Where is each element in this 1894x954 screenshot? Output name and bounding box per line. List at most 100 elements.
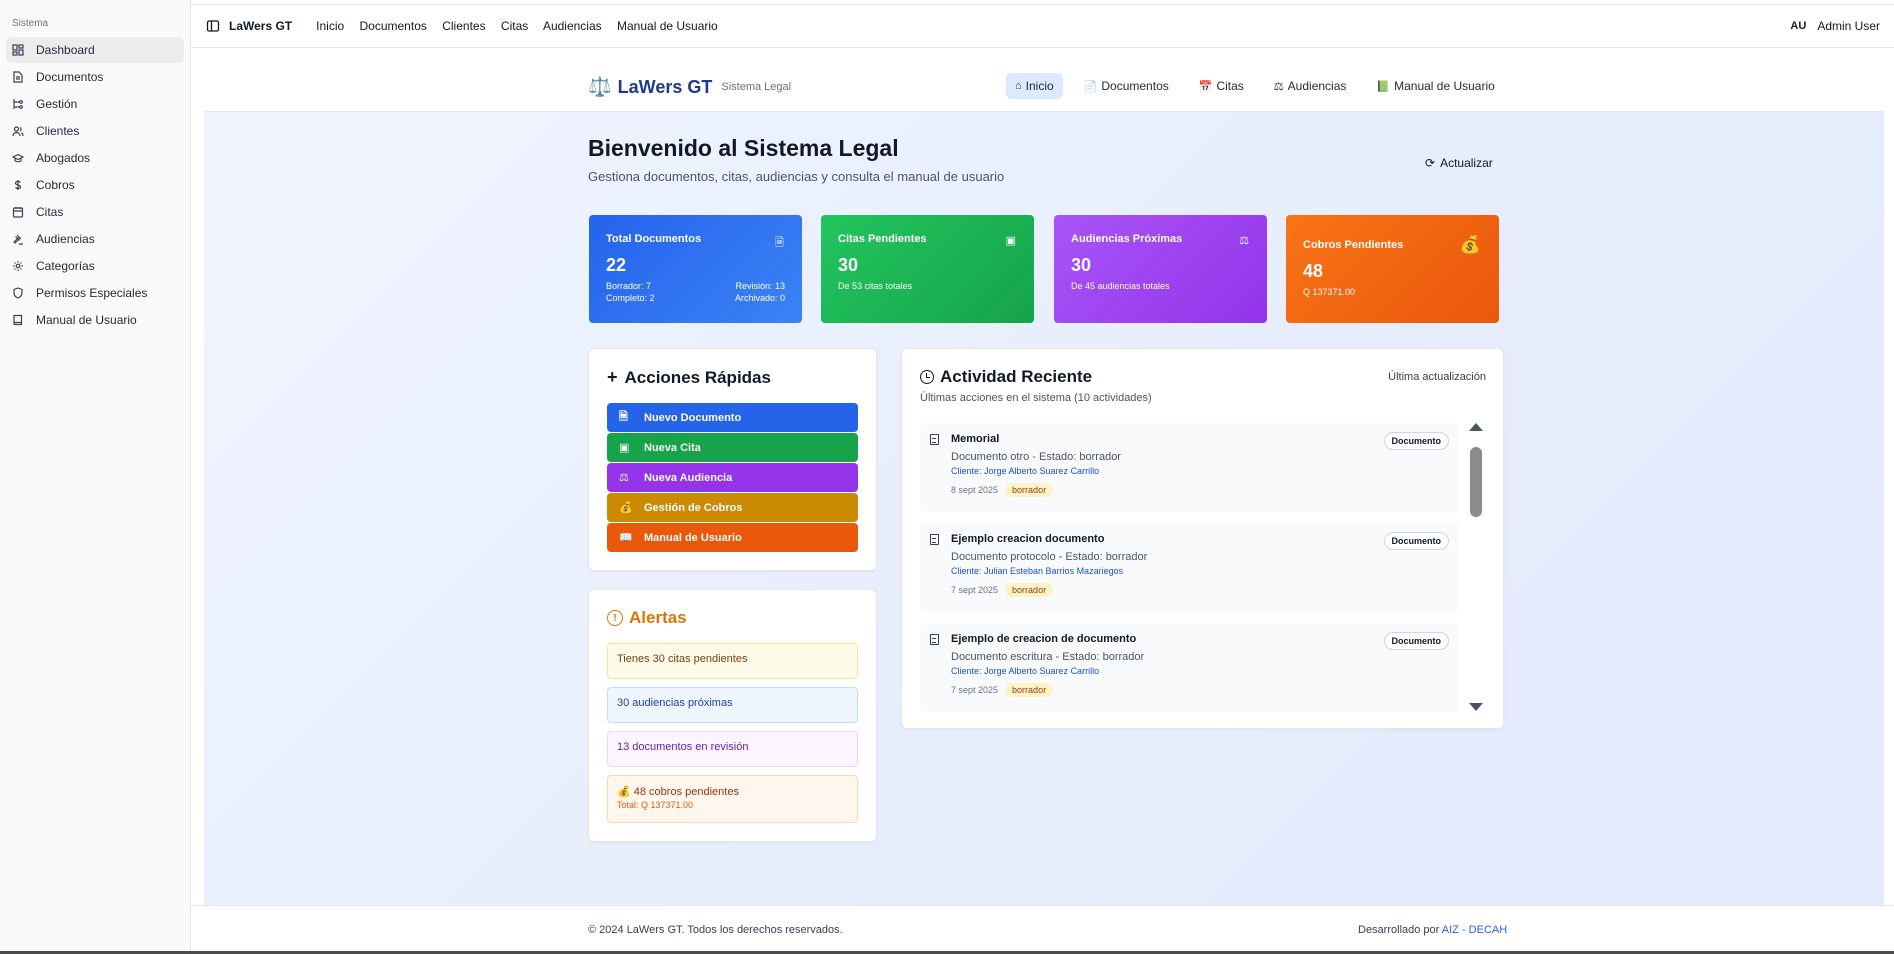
tab-label: Documentos [1101, 79, 1169, 93]
sidebar-item-label: Cobros [36, 178, 75, 192]
stat-value: 48 [1303, 261, 1324, 281]
sidebar-item-categorias[interactable]: Categorías [6, 253, 184, 279]
file-icon [12, 71, 24, 83]
dev-prefix: Desarrollado por [1358, 924, 1442, 936]
stat-borrador: Borrador: 7 [606, 281, 652, 291]
sidebar: Sistema Dashboard Documentos Gestión Cli… [0, 0, 191, 954]
top-nav-documentos[interactable]: Documentos [360, 19, 427, 33]
users-icon [12, 125, 24, 137]
user-menu[interactable]: AU Admin User [1790, 19, 1880, 33]
sidebar-toggle-icon[interactable] [206, 19, 220, 33]
gavel-icon [12, 233, 24, 245]
developer-link[interactable]: AIZ - DECAH [1442, 924, 1507, 936]
workflow-icon [12, 98, 24, 110]
tab-inicio[interactable]: ⌂ Inicio [1006, 73, 1063, 99]
new-appointment-button[interactable]: ▣ Nueva Cita [607, 433, 858, 462]
tab-label: Audiencias [1287, 79, 1347, 93]
alert-circle-icon: ! [607, 610, 623, 626]
alert-cobros[interactable]: 💰 48 cobros pendientes Total: Q 137371.0… [607, 775, 858, 823]
new-document-button[interactable]: 🗎 Nuevo Documento [607, 403, 858, 432]
shield-icon [12, 287, 24, 299]
stat-detail: De 53 citas totales [838, 281, 913, 291]
alert-audiencias[interactable]: 30 audiencias próximas [607, 687, 858, 723]
calendar-icon [12, 206, 24, 218]
sidebar-item-label: Categorías [36, 259, 95, 273]
scales-icon: ⚖ [1273, 80, 1284, 93]
activity-client[interactable]: Cliente: Jorge Alberto Suarez Carrillo [951, 666, 1448, 676]
tab-label: Manual de Usuario [1394, 79, 1495, 93]
calendar-icon: ▣ [1005, 235, 1016, 247]
stat-revision: Revisión: 13 [735, 281, 785, 291]
sidebar-item-documentos[interactable]: Documentos [6, 64, 184, 90]
sidebar-item-gestion[interactable]: Gestión [6, 91, 184, 117]
button-label: Nuevo Documento [644, 411, 742, 424]
home-icon: ⌂ [1015, 80, 1022, 92]
list-item[interactable]: Memorial Documento otro - Estado: borrad… [920, 423, 1459, 512]
book-icon [12, 314, 24, 326]
scroll-down-icon[interactable] [1469, 703, 1483, 711]
sidebar-item-citas[interactable]: Citas [6, 199, 184, 225]
tab-documentos[interactable]: 📄 Documentos [1075, 73, 1178, 99]
stat-card-documentos: Total Documentos 🗎 22 Borrador: 7 Revisió… [589, 215, 802, 323]
page-title: Bienvenido al Sistema Legal [588, 135, 899, 161]
refresh-icon: ⟳ [1425, 156, 1436, 170]
scroll-up-icon[interactable] [1469, 423, 1483, 431]
refresh-label: Actualizar [1440, 156, 1493, 170]
calendar-icon: 📅 [1198, 80, 1213, 93]
refresh-button[interactable]: ⟳ Actualizar [1425, 156, 1493, 170]
button-label: Gestión de Cobros [644, 501, 743, 514]
button-label: Nueva Cita [644, 441, 701, 454]
sidebar-item-clientes[interactable]: Clientes [6, 118, 184, 144]
money-bag-icon: 💰 [617, 786, 631, 798]
activity-list[interactable]: Memorial Documento otro - Estado: borrad… [920, 423, 1459, 713]
main-content: ⚖️ LaWers GT Sistema Legal ⌂ Inicio 📄 Docu… [204, 49, 1884, 905]
tab-label: Citas [1216, 79, 1244, 93]
payments-button[interactable]: 💰 Gestión de Cobros [607, 493, 858, 522]
clock-icon [920, 370, 934, 384]
top-nav-manual[interactable]: Manual de Usuario [617, 19, 718, 33]
alert-text: 13 documentos en revisión [617, 741, 749, 753]
file-icon [930, 534, 939, 545]
sidebar-item-permisos[interactable]: Permisos Especiales [6, 280, 184, 306]
sidebar-item-abogados[interactable]: Abogados [6, 145, 184, 171]
activity-title-text: Ejemplo de creacion de documento [951, 633, 1137, 645]
alert-text: 30 audiencias próximas [617, 697, 733, 709]
quick-actions-title: Acciones Rápidas [624, 367, 771, 387]
file-icon: 📄 [1083, 80, 1098, 93]
stat-detail: Q 137371.00 [1303, 287, 1356, 297]
money-bag-icon: 💰 [1459, 235, 1481, 254]
brand[interactable]: ⚖️ LaWers GT Sistema Legal [588, 75, 791, 99]
activity-client[interactable]: Cliente: Julian Esteban Barrios Mazarieg… [951, 566, 1448, 576]
type-badge: Documento [1383, 632, 1449, 650]
activity-description: Documento protocolo - Estado: borrador [951, 551, 1148, 563]
activity-client[interactable]: Cliente: Jorge Alberto Suarez Carrillo [951, 466, 1448, 476]
scroll-thumb[interactable] [1470, 447, 1482, 517]
main-nav: ⌂ Inicio 📄 Documentos 📅 Citas ⚖ Audiencias 📗… [1006, 73, 1516, 99]
list-item[interactable]: Ejemplo creacion documento Documento pro… [920, 523, 1459, 612]
alert-citas[interactable]: Tienes 30 citas pendientes [607, 643, 858, 679]
tab-citas[interactable]: 📅 Citas [1190, 73, 1253, 99]
dashboard-icon [12, 44, 24, 56]
alert-documentos[interactable]: 13 documentos en revisión [607, 731, 858, 767]
footer: © 2024 LaWers GT. Todos los derechos res… [191, 905, 1894, 954]
activity-title-text: Memorial [951, 433, 1000, 445]
sidebar-item-cobros[interactable]: Cobros [6, 172, 184, 198]
tab-audiencias[interactable]: ⚖ Audiencias [1265, 73, 1356, 99]
stat-detail: De 45 audiencias totales [1071, 281, 1170, 291]
sidebar-item-audiencias[interactable]: Audiencias [6, 226, 184, 252]
sidebar-item-manual[interactable]: Manual de Usuario [6, 307, 184, 333]
sidebar-item-label: Permisos Especiales [36, 286, 148, 300]
list-item[interactable]: Ejemplo de creacion de documento Documen… [920, 623, 1459, 712]
activity-scrollbar[interactable] [1469, 423, 1483, 713]
activity-description: Documento escritura - Estado: borrador [951, 651, 1145, 663]
top-nav-citas[interactable]: Citas [501, 19, 528, 33]
sidebar-item-dashboard[interactable]: Dashboard [6, 37, 184, 63]
user-manual-button[interactable]: 📖 Manual de Usuario [607, 523, 858, 552]
top-nav-inicio[interactable]: Inicio [316, 19, 344, 33]
new-hearing-button[interactable]: ⚖ Nueva Audiencia [607, 463, 858, 492]
sidebar-item-label: Audiencias [36, 232, 95, 246]
tab-manual[interactable]: 📗 Manual de Usuario [1367, 73, 1503, 99]
top-nav-audiencias[interactable]: Audiencias [543, 19, 602, 33]
top-nav-clientes[interactable]: Clientes [442, 19, 485, 33]
file-icon: 🗎 [619, 411, 628, 423]
